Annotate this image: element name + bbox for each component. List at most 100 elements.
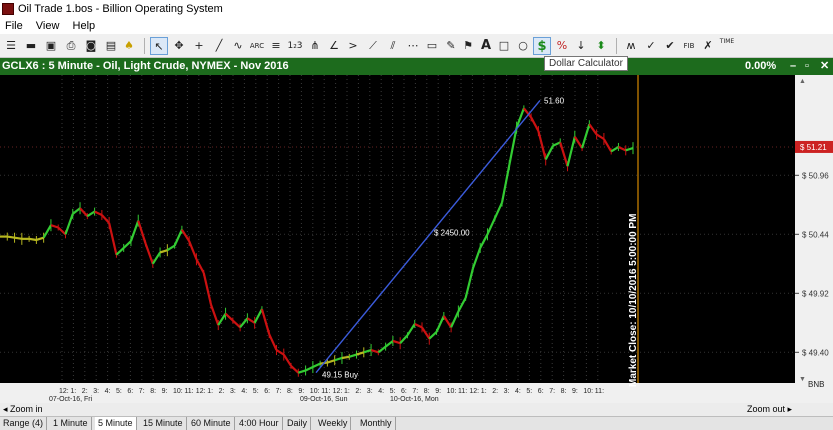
line-icon[interactable]: ╱ bbox=[210, 37, 228, 55]
time-tick-label: 7: bbox=[276, 388, 282, 395]
time-tick-label: 5: bbox=[116, 388, 122, 395]
restore-icon[interactable]: ▫ bbox=[805, 58, 809, 75]
date-label: 10-Oct-16, Mon bbox=[390, 396, 439, 403]
zoom-out-button[interactable]: Zoom out ▸ bbox=[747, 403, 792, 416]
price-tick-label: $ 49.92 bbox=[802, 289, 829, 298]
scroll-up-icon[interactable]: ▲ bbox=[799, 78, 806, 85]
price-tick-label: $ 50.44 bbox=[802, 230, 829, 239]
time-tick-label: 11: bbox=[184, 388, 193, 395]
ellipse-icon[interactable]: ○ bbox=[514, 37, 532, 55]
folder-icon[interactable]: ▬ bbox=[22, 37, 40, 55]
time-tick-label: 1: bbox=[70, 388, 76, 395]
time-tick-label: 1: bbox=[481, 388, 487, 395]
profit-label: $ 2450.00 bbox=[434, 229, 470, 238]
scroll-down-icon[interactable]: ▼ bbox=[799, 376, 806, 383]
trend-fan-icon[interactable]: > bbox=[344, 37, 362, 55]
tab-range-4[interactable]: Range (4) bbox=[0, 417, 48, 430]
alert-bell-icon[interactable]: ♠ bbox=[120, 37, 138, 55]
time-tick-label: 2: bbox=[355, 388, 361, 395]
time-tick-label: 9: bbox=[298, 388, 304, 395]
price-chart[interactable]: $ 51.21$ 50.96$ 50.44$ 49.92$ 49.40 12: 1… bbox=[0, 75, 833, 403]
speed-lines-icon[interactable]: ✔ bbox=[661, 37, 679, 55]
time-tick-label: 7: bbox=[549, 388, 555, 395]
regression-channel-icon[interactable]: ⋯ bbox=[404, 37, 422, 55]
toolbar-separator bbox=[144, 38, 145, 54]
print-preview-icon[interactable]: ▤ bbox=[102, 37, 120, 55]
pencil-icon[interactable]: ✎ bbox=[442, 37, 460, 55]
close-icon[interactable]: ✕ bbox=[820, 58, 829, 75]
time-tick-label: 12: bbox=[469, 388, 479, 395]
fib-extension-icon[interactable]: ✗ bbox=[699, 37, 717, 55]
tab-60-minute[interactable]: 60 Minute bbox=[188, 417, 235, 430]
time-tick-label: 12: bbox=[196, 388, 206, 395]
zoom-bar: ◂ Zoom in Zoom out ▸ bbox=[0, 403, 833, 416]
tab-weekly[interactable]: Weekly bbox=[315, 417, 352, 430]
tab-15-minute[interactable]: 15 Minute bbox=[140, 417, 187, 430]
time-tick-label: 12: bbox=[59, 388, 69, 395]
buy-sell-icon[interactable]: ⬍ bbox=[592, 37, 610, 55]
dollar-calculator-icon[interactable]: $ bbox=[533, 37, 551, 55]
arc-icon[interactable]: ARC bbox=[248, 37, 266, 55]
time-tick-label: 1: bbox=[207, 388, 213, 395]
date-label: 07-Oct-16, Fri bbox=[49, 396, 93, 403]
plus-icon[interactable]: + bbox=[190, 37, 208, 55]
flag-icon[interactable]: ⚑ bbox=[459, 37, 477, 55]
menu-file[interactable]: File bbox=[0, 18, 28, 34]
time-tick-label: 9: bbox=[572, 388, 578, 395]
tab-5-minute[interactable]: 5 Minute bbox=[95, 417, 137, 430]
time-tick-label: 9: bbox=[162, 388, 168, 395]
zoom-out-label: Zoom out bbox=[747, 404, 786, 414]
cycle-icon[interactable]: ✓ bbox=[642, 37, 660, 55]
regression-band-icon[interactable]: ▭ bbox=[423, 37, 441, 55]
camera-icon[interactable]: ◙ bbox=[82, 37, 100, 55]
time-tick-label: 10: bbox=[447, 388, 457, 395]
arrow-icon[interactable]: ↓ bbox=[572, 37, 590, 55]
time-tick-label: 10: bbox=[173, 388, 183, 395]
time-tick-label: 6: bbox=[401, 388, 407, 395]
chart-header: GCLX6 : 5 Minute - Oil, Light Crude, NYM… bbox=[0, 58, 833, 75]
channel-icon[interactable]: ⫽ bbox=[384, 37, 402, 55]
fibonacci-icon[interactable]: ≡ bbox=[267, 37, 285, 55]
time-axis: 12: 1: 2: 3: 4: 5: 6: 7: 8: 9: 10: 11: 12: 1: 2: 3: 4: 5:… bbox=[0, 383, 795, 403]
time-tick-label: 8: bbox=[561, 388, 567, 395]
time-tick-label: 10: bbox=[583, 388, 593, 395]
elliott-wave-icon[interactable]: ʍ bbox=[622, 37, 640, 55]
cursor-icon[interactable]: ↖ bbox=[150, 37, 168, 55]
time-cycles-icon[interactable]: TIME bbox=[718, 37, 736, 55]
minimize-icon[interactable]: – bbox=[790, 58, 796, 75]
time-tick-label: 5: bbox=[390, 388, 396, 395]
save-icon[interactable]: ▣ bbox=[42, 37, 60, 55]
peak-label: 51.60 bbox=[544, 96, 565, 105]
menu-bar: File View Help bbox=[0, 18, 833, 34]
freehand-icon[interactable]: ∿ bbox=[229, 37, 247, 55]
time-tick-label: 4: bbox=[105, 388, 111, 395]
time-tick-label: 1: bbox=[344, 388, 350, 395]
text-icon[interactable]: A bbox=[477, 37, 495, 55]
window-title: Oil Trade 1.bos - Billion Operating Syst… bbox=[18, 3, 223, 15]
tab-4-hour[interactable]: 4:00 Hour bbox=[236, 417, 283, 430]
print-icon[interactable]: ⎙ bbox=[62, 37, 80, 55]
time-tick-label: 8: bbox=[287, 388, 293, 395]
time-tick-label: 3: bbox=[93, 388, 99, 395]
menu-help[interactable]: Help bbox=[68, 18, 101, 34]
wave-count-icon[interactable]: 1₂3 bbox=[286, 37, 304, 55]
angle-icon[interactable]: ∠ bbox=[325, 37, 343, 55]
menu-view[interactable]: View bbox=[31, 18, 65, 34]
open-icon[interactable]: ☰ bbox=[2, 37, 20, 55]
tab-1-minute[interactable]: 1 Minute bbox=[50, 417, 92, 430]
tab-monthly[interactable]: Monthly bbox=[357, 417, 396, 430]
crosshair-icon[interactable]: ✥ bbox=[170, 37, 188, 55]
price-segment bbox=[14, 236, 22, 240]
percent-icon[interactable]: % bbox=[553, 37, 571, 55]
gann-fan-icon[interactable]: ⟋ bbox=[364, 37, 382, 55]
tab-daily[interactable]: Daily bbox=[284, 417, 312, 430]
price-segment bbox=[7, 235, 15, 239]
time-tick-label: 2: bbox=[492, 388, 498, 395]
pitchfork-icon[interactable]: ⋔ bbox=[306, 37, 324, 55]
rectangle-icon[interactable]: □ bbox=[495, 37, 513, 55]
zoom-in-button[interactable]: ◂ Zoom in bbox=[3, 403, 43, 416]
fib-time-icon[interactable]: FIB bbox=[680, 37, 698, 55]
price-segment bbox=[28, 237, 37, 242]
time-tick-label: 11: bbox=[321, 388, 330, 395]
time-tick-label: 3: bbox=[230, 388, 236, 395]
